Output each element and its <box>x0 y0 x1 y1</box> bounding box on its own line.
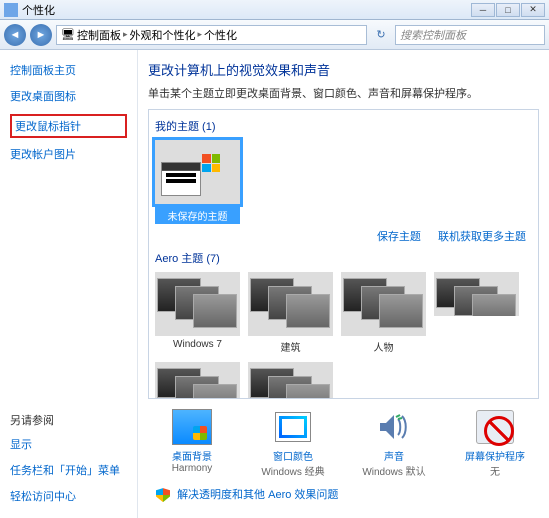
theme-caption: 人物 <box>341 339 426 354</box>
theme-architecture[interactable]: 建筑 <box>248 272 333 354</box>
theme-thumbnail <box>155 140 240 204</box>
chevron-right-icon: ▸ <box>123 29 128 40</box>
save-theme-link[interactable]: 保存主题 <box>377 231 421 243</box>
theme-item[interactable] <box>434 272 519 354</box>
sound-icon <box>374 409 414 445</box>
theme-item[interactable] <box>248 362 333 399</box>
window-title: 个性化 <box>22 2 471 18</box>
setting-value: Harmony <box>152 463 232 474</box>
my-themes-label: 我的主题 (1) <box>155 118 532 134</box>
shield-icon <box>156 488 170 502</box>
sidebar-link-desktop-icons[interactable]: 更改桌面图标 <box>10 88 127 104</box>
settings-bar: 桌面背景 Harmony 窗口颜色 Windows 经典 声音 Windows … <box>148 399 539 482</box>
theme-thumbnail <box>341 272 426 336</box>
theme-thumbnail <box>434 272 519 316</box>
setting-label: 屏幕保护程序 <box>455 448 535 463</box>
monitor-icon: 🖥 <box>61 28 75 41</box>
window-color-button[interactable]: 窗口颜色 Windows 经典 <box>253 409 333 478</box>
forward-button[interactable]: ► <box>30 24 52 46</box>
themes-panel: 我的主题 (1) 未保存的主题 保存主题 联机获取更多主题 Aero 主题 (7… <box>148 109 539 399</box>
sidebar: 控制面板主页 更改桌面图标 更改鼠标指针 更改帐户图片 另请参阅 显示 任务栏和… <box>0 50 138 518</box>
minimize-button[interactable]: ─ <box>471 3 495 17</box>
see-also-label: 另请参阅 <box>10 412 127 428</box>
sidebar-link-mouse-pointers[interactable]: 更改鼠标指针 <box>10 114 127 138</box>
theme-thumbnail <box>155 272 240 336</box>
theme-unsaved[interactable]: 未保存的主题 <box>155 140 240 224</box>
breadcrumb-item[interactable]: 控制面板 <box>77 27 121 43</box>
see-also-taskbar[interactable]: 任务栏和「开始」菜单 <box>10 462 127 478</box>
theme-thumbnail <box>248 362 333 399</box>
theme-item[interactable] <box>155 362 240 399</box>
breadcrumb-item[interactable]: 外观和个性化 <box>130 27 196 43</box>
screensaver-icon <box>476 410 514 444</box>
app-icon <box>4 3 18 17</box>
see-also-ease-of-access[interactable]: 轻松访问中心 <box>10 488 127 504</box>
troubleshoot-row: 解决透明度和其他 Aero 效果问题 <box>148 482 539 506</box>
control-panel-home-link[interactable]: 控制面板主页 <box>10 62 127 78</box>
setting-value: Windows 经典 <box>253 463 333 478</box>
see-also-display[interactable]: 显示 <box>10 436 127 452</box>
setting-label: 桌面背景 <box>152 448 232 463</box>
main-content: 更改计算机上的视觉效果和声音 单击某个主题立即更改桌面背景、窗口颜色、声音和屏幕… <box>138 50 549 518</box>
theme-windows7[interactable]: Windows 7 <box>155 272 240 354</box>
window-color-icon <box>275 412 311 442</box>
theme-characters[interactable]: 人物 <box>341 272 426 354</box>
theme-caption: Windows 7 <box>155 339 240 350</box>
toolbar: ◄ ► 🖥 控制面板 ▸ 外观和个性化 ▸ 个性化 ↻ 搜索控制面板 <box>0 20 549 50</box>
screensaver-button[interactable]: 屏幕保护程序 无 <box>455 409 535 478</box>
sounds-button[interactable]: 声音 Windows 默认 <box>354 409 434 478</box>
setting-label: 窗口颜色 <box>253 448 333 463</box>
search-placeholder: 搜索控制面板 <box>400 27 466 43</box>
troubleshoot-aero-link[interactable]: 解决透明度和其他 Aero 效果问题 <box>177 489 338 501</box>
theme-thumbnail <box>155 362 240 399</box>
search-input[interactable]: 搜索控制面板 <box>395 25 545 45</box>
setting-label: 声音 <box>354 448 434 463</box>
aero-themes-label: Aero 主题 (7) <box>155 250 532 266</box>
setting-value: Windows 默认 <box>354 463 434 478</box>
maximize-button[interactable]: □ <box>496 3 520 17</box>
refresh-button[interactable]: ↻ <box>371 25 391 45</box>
chevron-right-icon: ▸ <box>198 29 203 40</box>
page-subheading: 单击某个主题立即更改桌面背景、窗口颜色、声音和屏幕保护程序。 <box>148 85 539 101</box>
theme-caption: 建筑 <box>248 339 333 354</box>
desktop-background-icon <box>172 409 212 445</box>
back-button[interactable]: ◄ <box>4 24 26 46</box>
desktop-background-button[interactable]: 桌面背景 Harmony <box>152 409 232 478</box>
setting-value: 无 <box>455 463 535 478</box>
breadcrumb[interactable]: 🖥 控制面板 ▸ 外观和个性化 ▸ 个性化 <box>56 25 367 45</box>
theme-thumbnail <box>248 272 333 336</box>
sidebar-link-account-picture[interactable]: 更改帐户图片 <box>10 146 127 162</box>
breadcrumb-item[interactable]: 个性化 <box>204 27 237 43</box>
get-more-themes-link[interactable]: 联机获取更多主题 <box>438 231 526 243</box>
close-button[interactable]: ✕ <box>521 3 545 17</box>
title-bar: 个性化 ─ □ ✕ <box>0 0 549 20</box>
theme-caption: 未保存的主题 <box>155 207 240 224</box>
page-heading: 更改计算机上的视觉效果和声音 <box>148 60 539 79</box>
